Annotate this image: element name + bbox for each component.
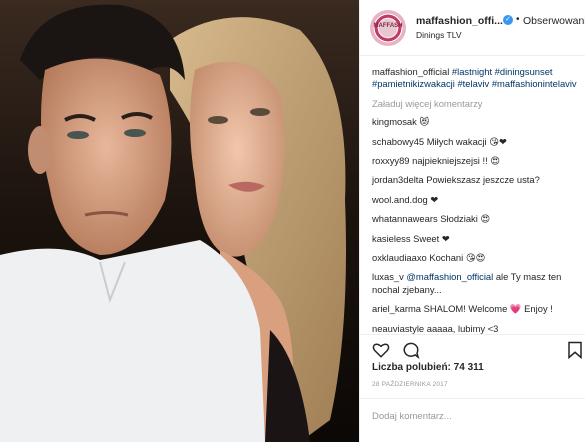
comment-text: ❤ — [430, 193, 439, 205]
post-caption: maffashion_official #lastnight #diningsu… — [372, 66, 585, 91]
comment-item: kasieless Sweet ❤ — [372, 233, 585, 245]
heart-icon[interactable] — [372, 341, 390, 359]
comment-text: Słodziaki 😍 — [440, 213, 491, 225]
comment-username[interactable]: neauviastyle — [372, 323, 424, 334]
post-header: MAFFASH maffashion_offi... ✓ • Obserwowa… — [360, 0, 585, 56]
couple-selfie-image — [0, 0, 359, 442]
comment-username[interactable]: whatannawears — [372, 213, 438, 224]
comment-item: roxxyy89 najpiekniejszejsi !! 😍 — [372, 155, 585, 167]
avatar[interactable]: MAFFASH — [370, 10, 406, 46]
load-more-comments-button[interactable]: Załaduj więcej komentarzy — [372, 98, 585, 110]
location-link[interactable]: Dinings TLV — [416, 30, 462, 40]
comment-username[interactable]: kasieless — [372, 233, 411, 244]
add-comment-section: Dodaj komentarz... — [360, 398, 585, 442]
post-date: 28 PAŹDZIERNIKA 2017 — [372, 381, 448, 388]
bookmark-icon[interactable] — [566, 341, 584, 359]
comment-text: aaaaa, lubimy <3 — [426, 322, 499, 334]
instagram-post: MAFFASH maffashion_offi... ✓ • Obserwowa… — [0, 0, 585, 442]
comments-list: maffashion_official #lastnight #diningsu… — [372, 66, 585, 342]
comment-text: 😻 — [419, 116, 430, 128]
comment-item: kingmosak 😻 — [372, 116, 585, 128]
separator-dot: • — [516, 14, 520, 25]
comment-item: wool.and.dog ❤ — [372, 194, 585, 206]
comment-username[interactable]: oxklaudiaaxo — [372, 252, 427, 263]
author-username[interactable]: maffashion_offi... — [416, 15, 503, 27]
comment-icon[interactable] — [402, 341, 420, 359]
comment-item: whatannawears Słodziaki 😍 — [372, 213, 585, 225]
comment-text: najpiekniejszejsi !! 😍 — [412, 155, 501, 167]
post-details-panel: MAFFASH maffashion_offi... ✓ • Obserwowa… — [359, 0, 585, 442]
comment-text: Sweet ❤ — [413, 232, 450, 244]
comment-item: oxklaudiaaxo Kochani 😘😍 — [372, 252, 585, 264]
verified-badge-icon: ✓ — [503, 15, 513, 25]
comment-username[interactable]: ariel_karma — [372, 303, 421, 314]
follow-button[interactable]: Obserwowani — [523, 15, 585, 27]
comment-username[interactable]: kingmosak — [372, 116, 417, 127]
comment-text: SHALOM! Welcome 💗 Enjoy ! — [423, 303, 553, 315]
avatar-logo-text: MAFFASH — [373, 23, 403, 29]
comment-username[interactable]: schabowy45 — [372, 136, 424, 147]
comment-item: ariel_karma SHALOM! Welcome 💗 Enjoy ! — [372, 303, 585, 315]
comment-username[interactable]: roxxyy89 — [372, 155, 410, 166]
comment-text: Powiekszasz jeszcze usta? — [426, 174, 540, 186]
comment-username[interactable]: jordan3delta — [372, 174, 424, 185]
comment-username[interactable]: luxas_v — [372, 271, 404, 282]
post-photo[interactable] — [0, 0, 359, 442]
comment-text: Miłych wakacji 😘❤ — [426, 135, 507, 147]
likes-count[interactable]: Liczba polubień: 74 311 — [372, 362, 484, 373]
comment-item: jordan3delta Powiekszasz jeszcze usta? — [372, 174, 585, 186]
comment-item: schabowy45 Miłych wakacji 😘❤ — [372, 136, 585, 148]
caption-username[interactable]: maffashion_official — [372, 66, 449, 77]
comment-username[interactable]: wool.and.dog — [372, 194, 428, 205]
comment-text: Kochani 😘😍 — [429, 252, 486, 264]
comment-item: luxas_v @maffashion_official ale Ty masz… — [372, 271, 585, 296]
post-actions-bar — [360, 334, 585, 362]
comment-mention[interactable]: @maffashion_official — [406, 271, 493, 282]
add-comment-input[interactable]: Dodaj komentarz... — [372, 411, 452, 422]
